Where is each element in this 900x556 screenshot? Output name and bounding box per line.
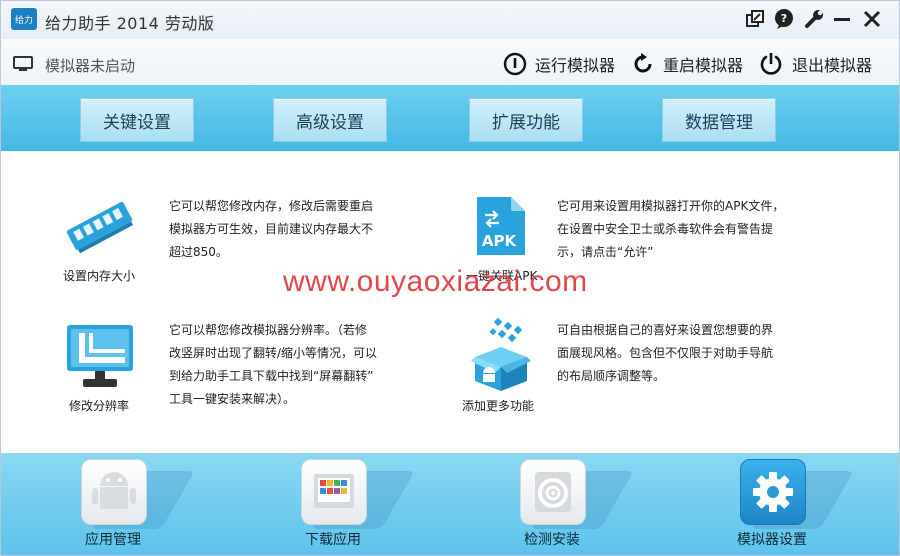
window-restore-icon[interactable] <box>743 7 767 31</box>
exit-emulator-label: 退出模拟器 <box>792 56 873 75</box>
minimize-icon[interactable] <box>830 7 854 31</box>
associate-apk-description: 它可用来设置用模拟器打开你的APK文件， 在设置中安全卫士或杀毒软件会有警告提 … <box>557 195 784 264</box>
apk-file-icon[interactable]: APK <box>475 195 527 257</box>
bottom-nav: 应用管理 下载应用 检测安装 模拟器设置 <box>1 453 899 555</box>
monitor-icon <box>13 56 33 71</box>
app-logo-icon: 给力 <box>11 8 37 30</box>
run-emulator-button[interactable]: 运行模拟器 <box>503 51 615 77</box>
desc-line: 超过850。 <box>169 245 228 259</box>
desc-line: 示，请点击“允许” <box>557 245 654 259</box>
restart-emulator-button[interactable]: 重启模拟器 <box>631 51 743 77</box>
desc-line: 在设置中安全卫士或杀毒软件会有警告提 <box>557 222 774 236</box>
exit-emulator-button[interactable]: 退出模拟器 <box>758 51 872 77</box>
title-bar[interactable]: 给力 给力助手 2014 劳动版 ? <box>1 1 899 39</box>
window-title: 给力助手 2014 劳动版 <box>45 14 215 33</box>
desc-line: 它可用来设置用模拟器打开你的APK文件， <box>557 199 785 213</box>
add-more-features-description: 可自由根据自己的喜好来设置您想要的界 面展现风格。包含但不仅限于对助手导航 的布… <box>557 319 773 388</box>
detect-install-icon <box>520 459 586 525</box>
power-on-icon <box>503 52 527 76</box>
android-box-icon[interactable] <box>469 317 533 393</box>
nav-download-apps[interactable]: 下载应用 <box>268 459 415 551</box>
desc-line: 它可以帮您修改内存，修改后需要重启 <box>169 199 374 213</box>
tab-bar: 关键设置 高级设置 扩展功能 数据管理 <box>1 85 899 151</box>
svg-text:给力: 给力 <box>15 14 33 26</box>
nav-label: 应用管理 <box>85 532 141 548</box>
desc-line: 模拟器方可生效，目前建议内存最大不 <box>169 222 374 236</box>
desc-line: 的布局顺序调整等。 <box>557 369 666 383</box>
gear-icon <box>740 459 806 525</box>
set-memory-description: 它可以帮您修改内存，修改后需要重启 模拟器方可生效，目前建议内存最大不 超过85… <box>169 195 373 264</box>
svg-text:?: ? <box>781 12 787 25</box>
nav-app-management[interactable]: 应用管理 <box>48 459 195 551</box>
desc-line: 到给力助手工具下载中找到“屏幕翻转” <box>169 369 374 383</box>
nav-label: 检测安装 <box>524 532 580 548</box>
desc-line: 面展现风格。包含但不仅限于对助手导航 <box>557 346 774 360</box>
download-apps-icon <box>301 459 367 525</box>
tab-advanced-settings[interactable]: 高级设置 <box>273 98 387 142</box>
nav-label: 模拟器设置 <box>737 532 807 548</box>
tab-key-settings[interactable]: 关键设置 <box>80 98 194 142</box>
chat-bubble-icon[interactable]: ? <box>772 7 796 31</box>
toolbar: 模拟器未启动 运行模拟器 重启模拟器 退出模拟器 <box>1 39 899 86</box>
nav-detect-install[interactable]: 检测安装 <box>487 459 634 551</box>
app-window: 给力 给力助手 2014 劳动版 ? 模拟器未启动 运行模拟器 重启模拟器 退出… <box>0 0 900 556</box>
power-icon <box>760 53 782 75</box>
resolution-monitor-icon[interactable] <box>65 323 135 393</box>
modify-resolution-description: 它可以帮您修改模拟器分辨率。（若修 改竖屏时出现了翻转/缩小等情况，可以 到给力… <box>169 319 377 411</box>
memory-stick-icon[interactable] <box>63 195 135 255</box>
nav-label: 下载应用 <box>305 532 361 548</box>
tab-extensions[interactable]: 扩展功能 <box>469 98 583 142</box>
feature-panel: 设置内存大小 它可以帮您修改内存，修改后需要重启 模拟器方可生效，目前建议内存最… <box>1 151 899 453</box>
desc-line: 工具一键安装来解决）。 <box>169 392 296 406</box>
refresh-icon <box>634 53 652 73</box>
emulator-status-text: 模拟器未启动 <box>45 57 136 75</box>
desc-line: 它可以帮您修改模拟器分辨率。（若修 <box>169 323 368 337</box>
tab-data-management[interactable]: 数据管理 <box>662 98 776 142</box>
nav-emulator-settings[interactable]: 模拟器设置 <box>707 459 854 551</box>
app-management-icon <box>81 459 147 525</box>
svg-text:APK: APK <box>482 232 518 250</box>
set-memory-label[interactable]: 设置内存大小 <box>63 267 135 284</box>
close-icon[interactable] <box>860 7 884 31</box>
wrench-icon[interactable] <box>802 7 826 31</box>
watermark-text: www.ouyaoxiazai.com <box>283 265 588 298</box>
run-emulator-label: 运行模拟器 <box>535 56 616 75</box>
modify-resolution-label[interactable]: 修改分辨率 <box>69 397 129 414</box>
restart-emulator-label: 重启模拟器 <box>663 56 744 75</box>
desc-line: 可自由根据自己的喜好来设置您想要的界 <box>557 323 774 337</box>
desc-line: 改竖屏时出现了翻转/缩小等情况，可以 <box>169 346 378 360</box>
add-more-features-label[interactable]: 添加更多功能 <box>462 397 534 414</box>
